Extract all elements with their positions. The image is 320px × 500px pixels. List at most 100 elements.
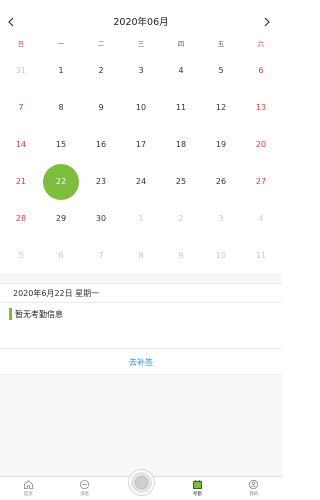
day-number: 18: [175, 140, 187, 149]
calendar-day[interactable]: 2: [81, 52, 121, 89]
day-number: 21: [15, 177, 27, 186]
day-number: 4: [258, 214, 264, 223]
calendar-day[interactable]: 14: [1, 126, 41, 163]
tab-label: 首页: [23, 492, 33, 497]
home-icon: [23, 480, 33, 490]
weekday-label: 三: [137, 40, 145, 48]
weekday-label: 六: [257, 40, 265, 48]
day-number: 24: [135, 177, 147, 186]
weekday-label: 一: [57, 40, 65, 48]
calendar-day[interactable]: 11: [241, 237, 281, 274]
month-title: 2020年06月: [113, 17, 169, 28]
calendar-icon: [192, 480, 202, 489]
calendar-day[interactable]: 15: [41, 126, 81, 163]
calendar-day[interactable]: 29: [41, 200, 81, 237]
day-number: 6: [258, 66, 264, 75]
calendar-day[interactable]: 27: [241, 163, 281, 200]
tab-messages[interactable]: 消息: [56, 477, 112, 500]
day-number: 13: [255, 103, 267, 112]
day-number: 8: [58, 103, 64, 112]
calendar-day[interactable]: 6: [41, 237, 81, 274]
day-number: 15: [55, 140, 67, 149]
calendar-day[interactable]: 23: [81, 163, 121, 200]
weekday-label: 四: [177, 40, 185, 48]
calendar-day[interactable]: 25: [161, 163, 201, 200]
reissue-button[interactable]: 去补签: [129, 357, 153, 368]
calendar-day[interactable]: 12: [201, 89, 241, 126]
day-number: 17: [135, 140, 147, 149]
calendar-day[interactable]: 13: [241, 89, 281, 126]
day-number: 5: [18, 251, 24, 260]
calendar-day[interactable]: 21: [1, 163, 41, 200]
day-number: 16: [95, 140, 107, 149]
empty-attendance-text: 暂无考勤信息: [15, 310, 63, 319]
calendar-day[interactable]: 4: [241, 200, 281, 237]
calendar-day[interactable]: 24: [121, 163, 161, 200]
selected-date-bar: 2020年6月22日 星期一: [0, 283, 282, 303]
day-number: 9: [98, 103, 104, 112]
calendar-day[interactable]: 31: [1, 52, 41, 89]
calendar-day[interactable]: 10: [201, 237, 241, 274]
calendar-day[interactable]: 10: [121, 89, 161, 126]
center-action-icon: [135, 476, 148, 489]
calendar-header: 2020年06月: [0, 10, 282, 34]
day-number: 12: [215, 103, 227, 112]
day-number: 9: [178, 251, 184, 260]
day-grid: 31 1 2 3 4 5 6 7 8 9 10 11 12 13 14 15 16 17 18 19 20 21 22 23 2…: [0, 52, 282, 274]
day-number: 4: [178, 66, 184, 75]
calendar-day[interactable]: 17: [121, 126, 161, 163]
calendar-day[interactable]: 3: [201, 200, 241, 237]
day-number: 29: [55, 214, 67, 223]
day-number: 6: [58, 251, 64, 260]
day-number: 25: [175, 177, 187, 186]
calendar-day[interactable]: 11: [161, 89, 201, 126]
day-number: 26: [215, 177, 227, 186]
attendance-info: 暂无考勤信息: [0, 303, 282, 349]
day-number: 2: [98, 66, 104, 75]
calendar-day[interactable]: 7: [81, 237, 121, 274]
calendar-day[interactable]: 8: [41, 89, 81, 126]
calendar-day[interactable]: 9: [81, 89, 121, 126]
calendar-day[interactable]: 26: [201, 163, 241, 200]
center-action-button[interactable]: [129, 470, 154, 495]
message-icon: [80, 479, 90, 490]
calendar-day[interactable]: 19: [201, 126, 241, 163]
tab-home[interactable]: 首页: [0, 477, 56, 500]
calendar-day[interactable]: 5: [201, 52, 241, 89]
calendar-day[interactable]: 20: [241, 126, 281, 163]
calendar-day[interactable]: 1: [41, 52, 81, 89]
calendar-day[interactable]: 5: [1, 237, 41, 274]
calendar-day[interactable]: 8: [121, 237, 161, 274]
day-number: 23: [95, 177, 107, 186]
calendar-day[interactable]: 7: [1, 89, 41, 126]
calendar-day[interactable]: 30: [81, 200, 121, 237]
day-number: 22: [55, 177, 67, 186]
tab-label: 我的: [249, 492, 259, 497]
day-number: 14: [15, 140, 27, 149]
day-number: 8: [138, 251, 144, 260]
tab-profile[interactable]: 我的: [226, 477, 282, 500]
calendar-day[interactable]: 18: [161, 126, 201, 163]
calendar-day[interactable]: 6: [241, 52, 281, 89]
day-number: 30: [95, 214, 107, 223]
weekday-label: 五: [217, 40, 225, 48]
day-number: 5: [218, 66, 224, 75]
calendar-day[interactable]: 1: [121, 200, 161, 237]
day-number: 10: [135, 103, 147, 112]
calendar-day[interactable]: 4: [161, 52, 201, 89]
calendar-day[interactable]: 9: [161, 237, 201, 274]
chevron-right-icon[interactable]: [257, 12, 277, 32]
calendar-day[interactable]: 28: [1, 200, 41, 237]
day-number: 10: [215, 251, 227, 260]
day-number: 3: [218, 214, 224, 223]
calendar-day[interactable]: 2: [161, 200, 201, 237]
attendance-page: 2020年06月 日 一 二 三 四 五 六 31 1 2 3 4 5 6 7 8 9 10 11 12…: [0, 0, 282, 500]
calendar-day[interactable]: 16: [81, 126, 121, 163]
day-number: 27: [255, 177, 267, 186]
calendar-day-selected[interactable]: 22: [41, 163, 81, 200]
day-number: 1: [58, 66, 64, 75]
calendar-day[interactable]: 3: [121, 52, 161, 89]
tab-attendance[interactable]: 考勤: [169, 477, 225, 500]
tab-label: 考勤: [192, 492, 202, 497]
day-number: 2: [178, 214, 184, 223]
